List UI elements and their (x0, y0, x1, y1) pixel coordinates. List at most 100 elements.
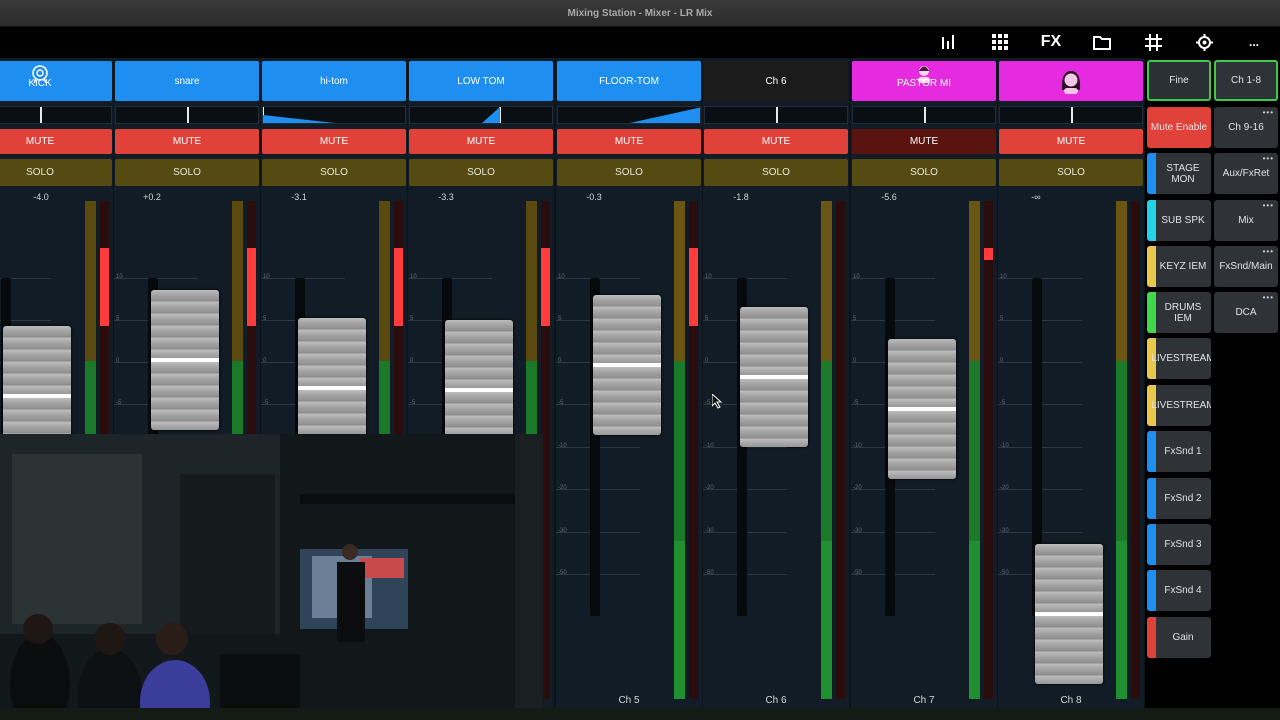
mouse-cursor (711, 392, 723, 414)
meter-segment (674, 361, 685, 541)
side-panel-button[interactable]: Gain (1147, 617, 1211, 658)
scale-tick-label: 5 (558, 316, 562, 322)
fx-button[interactable]: FX (1037, 31, 1065, 53)
meter-segment (674, 201, 685, 361)
side-panel-button[interactable]: LIVESTREAM (1147, 385, 1211, 426)
options-dots-icon: ••• (1262, 201, 1274, 210)
meter-segment (969, 361, 980, 541)
scale-tick-label: -30 (558, 528, 567, 534)
scale-tick-label: -5 (1000, 400, 1006, 406)
scale-tick-label: -5 (410, 400, 416, 406)
channel-number-label: Ch 5 (618, 695, 640, 706)
side-panel-button[interactable]: Mute Enable (1147, 107, 1211, 148)
bank-select-button[interactable]: FxSnd/Main ••• (1214, 246, 1278, 287)
side-panel-button[interactable]: FxSnd 1 (1147, 431, 1211, 472)
scale-tick-label: -10 (705, 443, 714, 449)
scale-tick-label: 0 (410, 358, 414, 364)
more-menu-button[interactable]: ... (1240, 31, 1268, 53)
scale-tick-label: -30 (705, 528, 714, 534)
fader-cap[interactable] (740, 307, 808, 448)
side-panel-button-label: LIVESTREAM (1151, 353, 1211, 364)
scale-tick-label: 10 (410, 274, 417, 280)
side-panel-button-label: STAGE MON (1166, 162, 1200, 185)
bank-select-label: Mix (1238, 215, 1254, 226)
side-panel-button[interactable]: STAGE MON (1147, 153, 1211, 194)
scale-tick-label: -20 (1000, 485, 1009, 491)
side-panel-button[interactable]: KEYZ IEM (1147, 246, 1211, 287)
side-panel-button-label: FxSnd 3 (1164, 539, 1202, 550)
clip-indicator (984, 248, 993, 260)
settings-icon[interactable] (1190, 31, 1218, 53)
meter-segment (821, 541, 832, 699)
clip-indicator (689, 248, 698, 326)
scale-tick-label: 10 (558, 274, 565, 280)
bank-select-button[interactable]: Mix ••• (1214, 200, 1278, 241)
scale-tick-label: 5 (853, 316, 857, 322)
scale-tick-label: 5 (1000, 316, 1004, 322)
bank-select-button[interactable]: Ch 9-16 ••• (1214, 107, 1278, 148)
scale-tick-label: 10 (853, 274, 860, 280)
grid-icon[interactable] (986, 31, 1014, 53)
scale-tick-label: 0 (558, 358, 562, 364)
scale-tick-label: 5 (263, 316, 267, 322)
meter-segment (1116, 541, 1127, 699)
scale-tick-label: -50 (1000, 570, 1009, 576)
channel-number-label: Ch 7 (913, 695, 935, 706)
webcam-overlay (0, 434, 543, 720)
side-panel-button[interactable]: FxSnd 2 (1147, 478, 1211, 519)
color-tag (1147, 431, 1156, 472)
options-dots-icon: ••• (1262, 154, 1274, 163)
side-panel-button[interactable]: SUB SPK (1147, 200, 1211, 241)
side-panel-button[interactable]: FxSnd 3 (1147, 524, 1211, 565)
scale-tick-label: -10 (558, 443, 567, 449)
fader-cap[interactable] (151, 290, 219, 431)
side-panel-button-label: Gain (1172, 632, 1194, 643)
scale-tick-label: 0 (705, 358, 709, 364)
options-dots-icon: ••• (1262, 247, 1274, 256)
side-panel-button[interactable]: DRUMS IEM (1147, 292, 1211, 333)
scale-tick-label: 0 (853, 358, 857, 364)
side-panel-button-label: FxSnd 2 (1164, 493, 1202, 504)
scale-tick-label: 5 (116, 316, 120, 322)
peak-meter (1131, 201, 1140, 699)
peak-meter (836, 201, 845, 699)
peak-meter (984, 201, 993, 699)
color-tag (1147, 570, 1156, 611)
side-panel-button-label: FxSnd 4 (1164, 585, 1202, 596)
bank-select-label: Aux/FxRet (1222, 168, 1270, 179)
scale-tick-label: -5 (705, 400, 711, 406)
scale-tick-label: -20 (558, 485, 567, 491)
fader-line (298, 386, 366, 391)
side-panel-button[interactable]: LIVESTREAM (1147, 338, 1211, 379)
bank-select-button[interactable]: Ch 1-8 (1214, 60, 1278, 101)
options-dots-icon: ••• (1262, 108, 1274, 117)
bottom-edge (0, 708, 1280, 720)
side-panel-button[interactable]: FxSnd 4 (1147, 570, 1211, 611)
folder-icon[interactable] (1088, 31, 1116, 53)
meter-segment (1116, 201, 1127, 361)
channel-strip: FLOOR-TOM MUTE SOLO -0.3 10 5 0 -5 -10 -20 -30 -50 C… (556, 58, 702, 708)
scale-tick-label: -10 (1000, 443, 1009, 449)
meter-segment (969, 201, 980, 361)
level-meter (821, 201, 832, 699)
level-meter (1116, 201, 1127, 699)
routing-grid-icon[interactable] (1139, 31, 1167, 53)
scale-tick-label: -5 (558, 400, 564, 406)
clip-indicator (100, 248, 109, 326)
scale-tick-label: -50 (853, 570, 862, 576)
scale-tick-label: 10 (116, 274, 123, 280)
scale-tick-label: -30 (853, 528, 862, 534)
side-panel-button-label: SUB SPK (1161, 215, 1205, 226)
fader-line (445, 387, 513, 392)
fader-cap[interactable] (1035, 544, 1103, 684)
fader-cap[interactable] (888, 339, 956, 480)
meter-segment (85, 201, 96, 361)
side-panel-button-label: Mute Enable (1150, 122, 1208, 133)
meters-icon[interactable] (935, 31, 963, 53)
bank-select-button[interactable]: Aux/FxRet ••• (1214, 153, 1278, 194)
side-panel-button[interactable]: Fine (1147, 60, 1211, 101)
side-panel-button-label: LIVESTREAM (1151, 400, 1211, 411)
fader-cap[interactable] (593, 294, 661, 435)
bank-select-button[interactable]: DCA ••• (1214, 292, 1278, 333)
bank-select-label: Ch 9-16 (1228, 122, 1264, 133)
